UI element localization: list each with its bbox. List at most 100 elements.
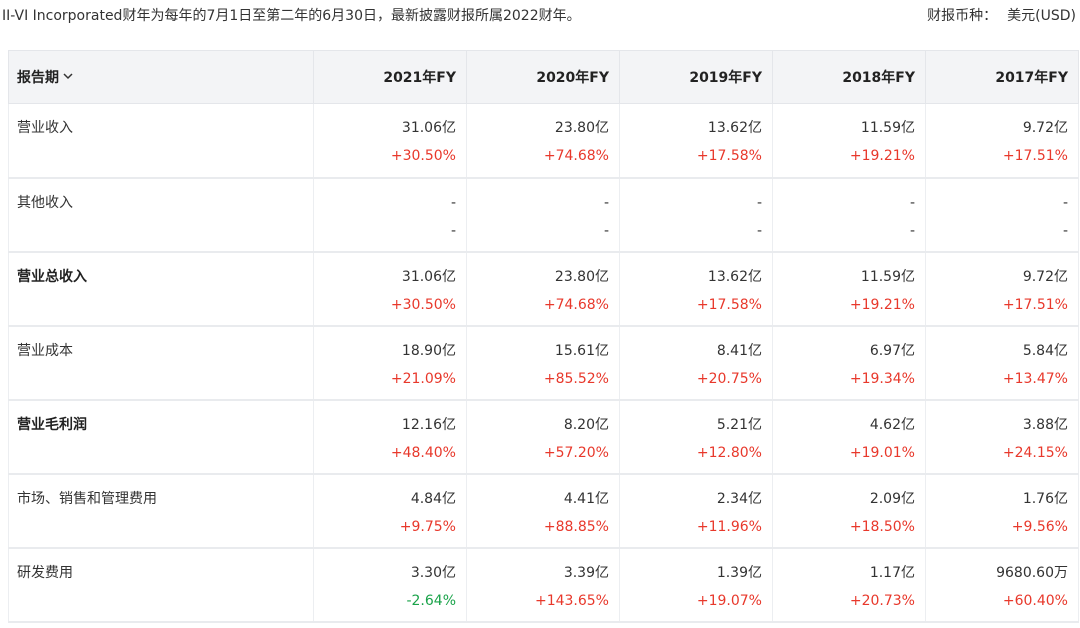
cell-change: - bbox=[450, 222, 456, 239]
table-cell: 9.72亿 +17.51% bbox=[925, 251, 1079, 327]
currency-value: 美元(USD) bbox=[1007, 8, 1076, 24]
row-label: 其他收入 bbox=[17, 194, 73, 211]
column-header-2018: 2018年FY bbox=[772, 50, 926, 104]
table-cell: 11.59亿 +19.21% bbox=[772, 251, 926, 327]
cell-value: - bbox=[603, 194, 609, 211]
table-cell: -- bbox=[619, 177, 773, 253]
cell-change: +11.96% bbox=[696, 518, 762, 535]
cell-value: 12.16亿 bbox=[401, 416, 456, 433]
cell-value: - bbox=[450, 194, 456, 211]
table-cell: 5.21亿 +12.80% bbox=[619, 399, 773, 475]
cell-value: 9.72亿 bbox=[1022, 120, 1068, 136]
fiscal-year-note: II-VI Incorporated财年为每年的7月1日至第二年的6月30日，最… bbox=[2, 8, 581, 24]
table-cell: 8.41亿 +20.75% bbox=[619, 325, 773, 401]
row-label: 市场、销售和管理费用 bbox=[17, 490, 157, 507]
row-label-cell: 营业毛利润 bbox=[8, 399, 314, 475]
cell-value: 8.41亿 bbox=[716, 342, 762, 359]
table-cell: 3.39亿 +143.65% bbox=[466, 547, 620, 623]
cell-change: +20.75% bbox=[696, 370, 762, 387]
cell-value: - bbox=[1062, 194, 1068, 211]
cell-value: 2.09亿 bbox=[869, 490, 915, 507]
cell-change: +24.15% bbox=[1002, 444, 1068, 461]
cell-change: +17.51% bbox=[1002, 296, 1068, 313]
cell-value: - bbox=[756, 194, 762, 211]
period-column-header[interactable]: 报告期 bbox=[8, 50, 314, 104]
column-header-2021: 2021年FY bbox=[313, 50, 467, 104]
cell-value: 3.30亿 bbox=[410, 564, 456, 581]
cell-value: 3.39亿 bbox=[563, 564, 609, 581]
table-cell: 3.30亿 -2.64% bbox=[313, 547, 467, 623]
cell-value: 23.80亿 bbox=[554, 120, 609, 136]
table-cell: 1.76亿 +9.56% bbox=[925, 473, 1079, 549]
row-label-cell: 其他收入 bbox=[8, 177, 314, 253]
cell-change: +9.75% bbox=[399, 518, 456, 535]
table-header-row: 报告期 2021年FY 2020年FY 2019年FY 2018年FY 2017… bbox=[8, 50, 1079, 104]
cell-change: +19.21% bbox=[849, 148, 915, 164]
table-cell: 13.62亿 +17.58% bbox=[619, 251, 773, 327]
cell-value: 13.62亿 bbox=[707, 268, 762, 285]
cell-change: +74.68% bbox=[543, 296, 609, 313]
cell-value: 6.97亿 bbox=[869, 342, 915, 359]
table-cell: 2.34亿 +11.96% bbox=[619, 473, 773, 549]
period-label: 报告期 bbox=[17, 70, 59, 86]
table-cell: 18.90亿 +21.09% bbox=[313, 325, 467, 401]
cell-change: +21.09% bbox=[390, 370, 456, 387]
table-cell: 5.84亿 +13.47% bbox=[925, 325, 1079, 401]
table-cell: -- bbox=[313, 177, 467, 253]
cell-change: +85.52% bbox=[543, 370, 609, 387]
period-dropdown[interactable]: 报告期 bbox=[17, 67, 73, 87]
row-label-cell: 营业收入 bbox=[8, 103, 314, 179]
cell-value: 11.59亿 bbox=[860, 120, 915, 136]
top-bar: II-VI Incorporated财年为每年的7月1日至第二年的6月30日，最… bbox=[0, 0, 1080, 30]
row-label-cell: 营业总收入 bbox=[8, 251, 314, 327]
column-header-2017: 2017年FY bbox=[925, 50, 1079, 104]
cell-change: +30.50% bbox=[390, 148, 456, 164]
cell-change: +57.20% bbox=[543, 444, 609, 461]
table-cell: -- bbox=[925, 177, 1079, 253]
table-cell: 9.72亿 +17.51% bbox=[925, 103, 1079, 179]
financial-table: 报告期 2021年FY 2020年FY 2019年FY 2018年FY 2017… bbox=[8, 50, 1079, 623]
cell-value: 4.84亿 bbox=[410, 490, 456, 507]
cell-change: - bbox=[1062, 222, 1068, 239]
cell-change: +88.85% bbox=[543, 518, 609, 535]
cell-value: 3.88亿 bbox=[1022, 416, 1068, 433]
cell-change: +48.40% bbox=[390, 444, 456, 461]
table-cell: 23.80亿 +74.68% bbox=[466, 251, 620, 327]
table-row: 营业毛利润 12.16亿 +48.40% 8.20亿 +57.20% 5.21亿 +12.8… bbox=[8, 399, 1079, 475]
table-cell: 13.62亿 +17.58% bbox=[619, 103, 773, 179]
cell-change: +19.34% bbox=[849, 370, 915, 387]
cell-value: 4.62亿 bbox=[869, 416, 915, 433]
cell-value: 8.20亿 bbox=[563, 416, 609, 433]
table-cell: 6.97亿 +19.34% bbox=[772, 325, 926, 401]
cell-change: +9.56% bbox=[1011, 518, 1068, 535]
row-label: 营业成本 bbox=[17, 342, 73, 359]
cell-change: +17.51% bbox=[1002, 148, 1068, 164]
column-header-2019: 2019年FY bbox=[619, 50, 773, 104]
table-cell: 4.41亿 +88.85% bbox=[466, 473, 620, 549]
table-cell: 4.84亿 +9.75% bbox=[313, 473, 467, 549]
row-label: 研发费用 bbox=[17, 564, 73, 581]
cell-change: - bbox=[909, 222, 915, 239]
table-cell: 1.39亿 +19.07% bbox=[619, 547, 773, 623]
cell-value: 15.61亿 bbox=[554, 342, 609, 359]
table-cell: 31.06亿 +30.50% bbox=[313, 251, 467, 327]
table-cell: 3.88亿 +24.15% bbox=[925, 399, 1079, 475]
table-row: 营业收入 31.06亿 +30.50% 23.80亿 +74.68% 13.62亿 +17.… bbox=[8, 103, 1079, 179]
table-row: 其他收入 - - - - - - - - - - bbox=[8, 177, 1079, 253]
row-label-cell: 研发费用 bbox=[8, 547, 314, 623]
cell-value: 4.41亿 bbox=[563, 490, 609, 507]
table-row: 市场、销售和管理费用 4.84亿 +9.75% 4.41亿 +88.85% 2.34亿 +1… bbox=[8, 473, 1079, 549]
cell-value: 11.59亿 bbox=[860, 268, 915, 285]
cell-value: 1.39亿 bbox=[716, 564, 762, 581]
cell-value: 31.06亿 bbox=[401, 268, 456, 285]
chevron-down-icon[interactable] bbox=[63, 70, 73, 83]
cell-change: +74.68% bbox=[543, 148, 609, 164]
cell-value: 9680.60万 bbox=[996, 564, 1068, 581]
table-cell: 15.61亿 +85.52% bbox=[466, 325, 620, 401]
cell-value: 23.80亿 bbox=[554, 268, 609, 285]
table-row: 营业成本 18.90亿 +21.09% 15.61亿 +85.52% 8.41亿 +20.7… bbox=[8, 325, 1079, 401]
cell-value: 31.06亿 bbox=[401, 120, 456, 136]
table-cell: 31.06亿 +30.50% bbox=[313, 103, 467, 179]
cell-value: 1.17亿 bbox=[869, 564, 915, 581]
cell-value: 5.21亿 bbox=[716, 416, 762, 433]
